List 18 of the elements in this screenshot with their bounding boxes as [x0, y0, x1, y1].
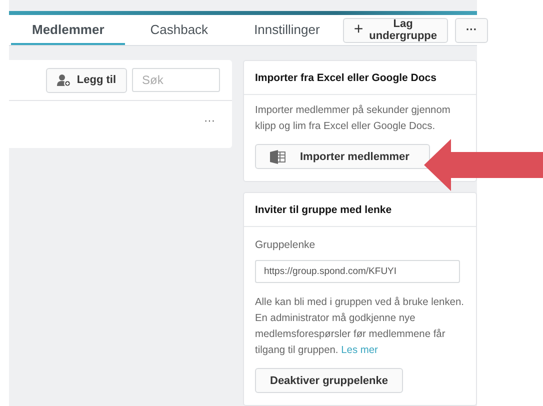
- search-field[interactable]: Søk: [132, 68, 220, 92]
- field-label: Gruppelenke: [255, 239, 316, 251]
- deactivate-link-button[interactable]: Deaktiver gruppelenke: [255, 368, 403, 393]
- tab[interactable]: Medlemmer: [11, 15, 126, 45]
- card-title: Importer fra Excel eller Google Docs: [244, 61, 476, 95]
- import-members-button[interactable]: Importer medlemmer: [255, 144, 430, 169]
- spreadsheet-icon: [270, 150, 286, 164]
- add-person-icon: [56, 74, 71, 86]
- invite-description: Alle kan bli med i gruppen ved å bruke lenken. En administrator må godkjenne nye medlemsforespørsler før medlemmene får tilgang til gruppen. Les mer: [255, 296, 465, 358]
- more-button[interactable]: ···: [455, 18, 488, 43]
- row-menu[interactable]: ···: [204, 115, 215, 127]
- card-title: Inviter til gruppe med lenke: [244, 193, 476, 227]
- arrow-icon: [424, 139, 543, 191]
- link-field[interactable]: https://group.spond.com/KFUYI: [255, 260, 460, 283]
- import-description: Importer medlemmer på sekunder gjennom klipp og lim fra Excel eller Google Docs.: [255, 104, 452, 134]
- add-member-button[interactable]: Legg til: [46, 68, 127, 92]
- tab[interactable]: Cashback: [129, 15, 230, 45]
- tab[interactable]: Innstillinger: [233, 15, 341, 45]
